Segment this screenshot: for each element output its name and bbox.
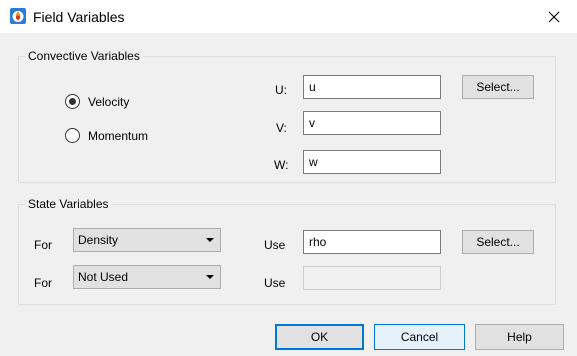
state-variable-1-dropdown[interactable]: Density — [73, 228, 221, 252]
state-variables-title: State Variables — [25, 196, 112, 212]
ok-button[interactable]: OK — [275, 324, 364, 350]
convective-select-button[interactable]: Select... — [462, 75, 534, 99]
u-label: U: — [275, 83, 287, 97]
w-label: W: — [274, 158, 289, 172]
use-label-1: Use — [264, 238, 286, 252]
for-label-2: For — [34, 276, 52, 290]
close-icon — [548, 11, 560, 22]
state-variable-2-field — [303, 266, 441, 290]
state-variable-2-value: Not Used — [78, 270, 129, 284]
window-title: Field Variables — [33, 9, 125, 25]
v-label: V: — [276, 121, 287, 135]
help-button[interactable]: Help — [475, 324, 564, 350]
use-label-2: Use — [264, 276, 286, 290]
state-select-button[interactable]: Select... — [462, 230, 534, 254]
state-variable-1-field[interactable]: rho — [303, 230, 441, 254]
velocity-radio[interactable] — [65, 94, 80, 109]
state-variable-2-dropdown[interactable]: Not Used — [73, 265, 221, 289]
convective-variables-title: Convective Variables — [25, 48, 143, 64]
u-field[interactable]: u — [303, 75, 441, 99]
w-field[interactable]: w — [303, 150, 441, 174]
momentum-radio[interactable] — [65, 128, 80, 143]
app-logo-icon — [10, 8, 26, 24]
close-button[interactable] — [531, 0, 577, 33]
chevron-down-icon — [206, 238, 214, 242]
chevron-down-icon — [206, 275, 214, 279]
v-field[interactable]: v — [303, 111, 441, 135]
title-bar: Field Variables — [0, 0, 577, 33]
state-variable-1-value: Density — [78, 233, 119, 247]
cancel-button[interactable]: Cancel — [374, 324, 465, 350]
for-label-1: For — [34, 238, 52, 252]
state-variables-group: State Variables — [18, 196, 556, 305]
velocity-label[interactable]: Velocity — [88, 94, 129, 110]
momentum-label[interactable]: Momentum — [88, 128, 148, 144]
